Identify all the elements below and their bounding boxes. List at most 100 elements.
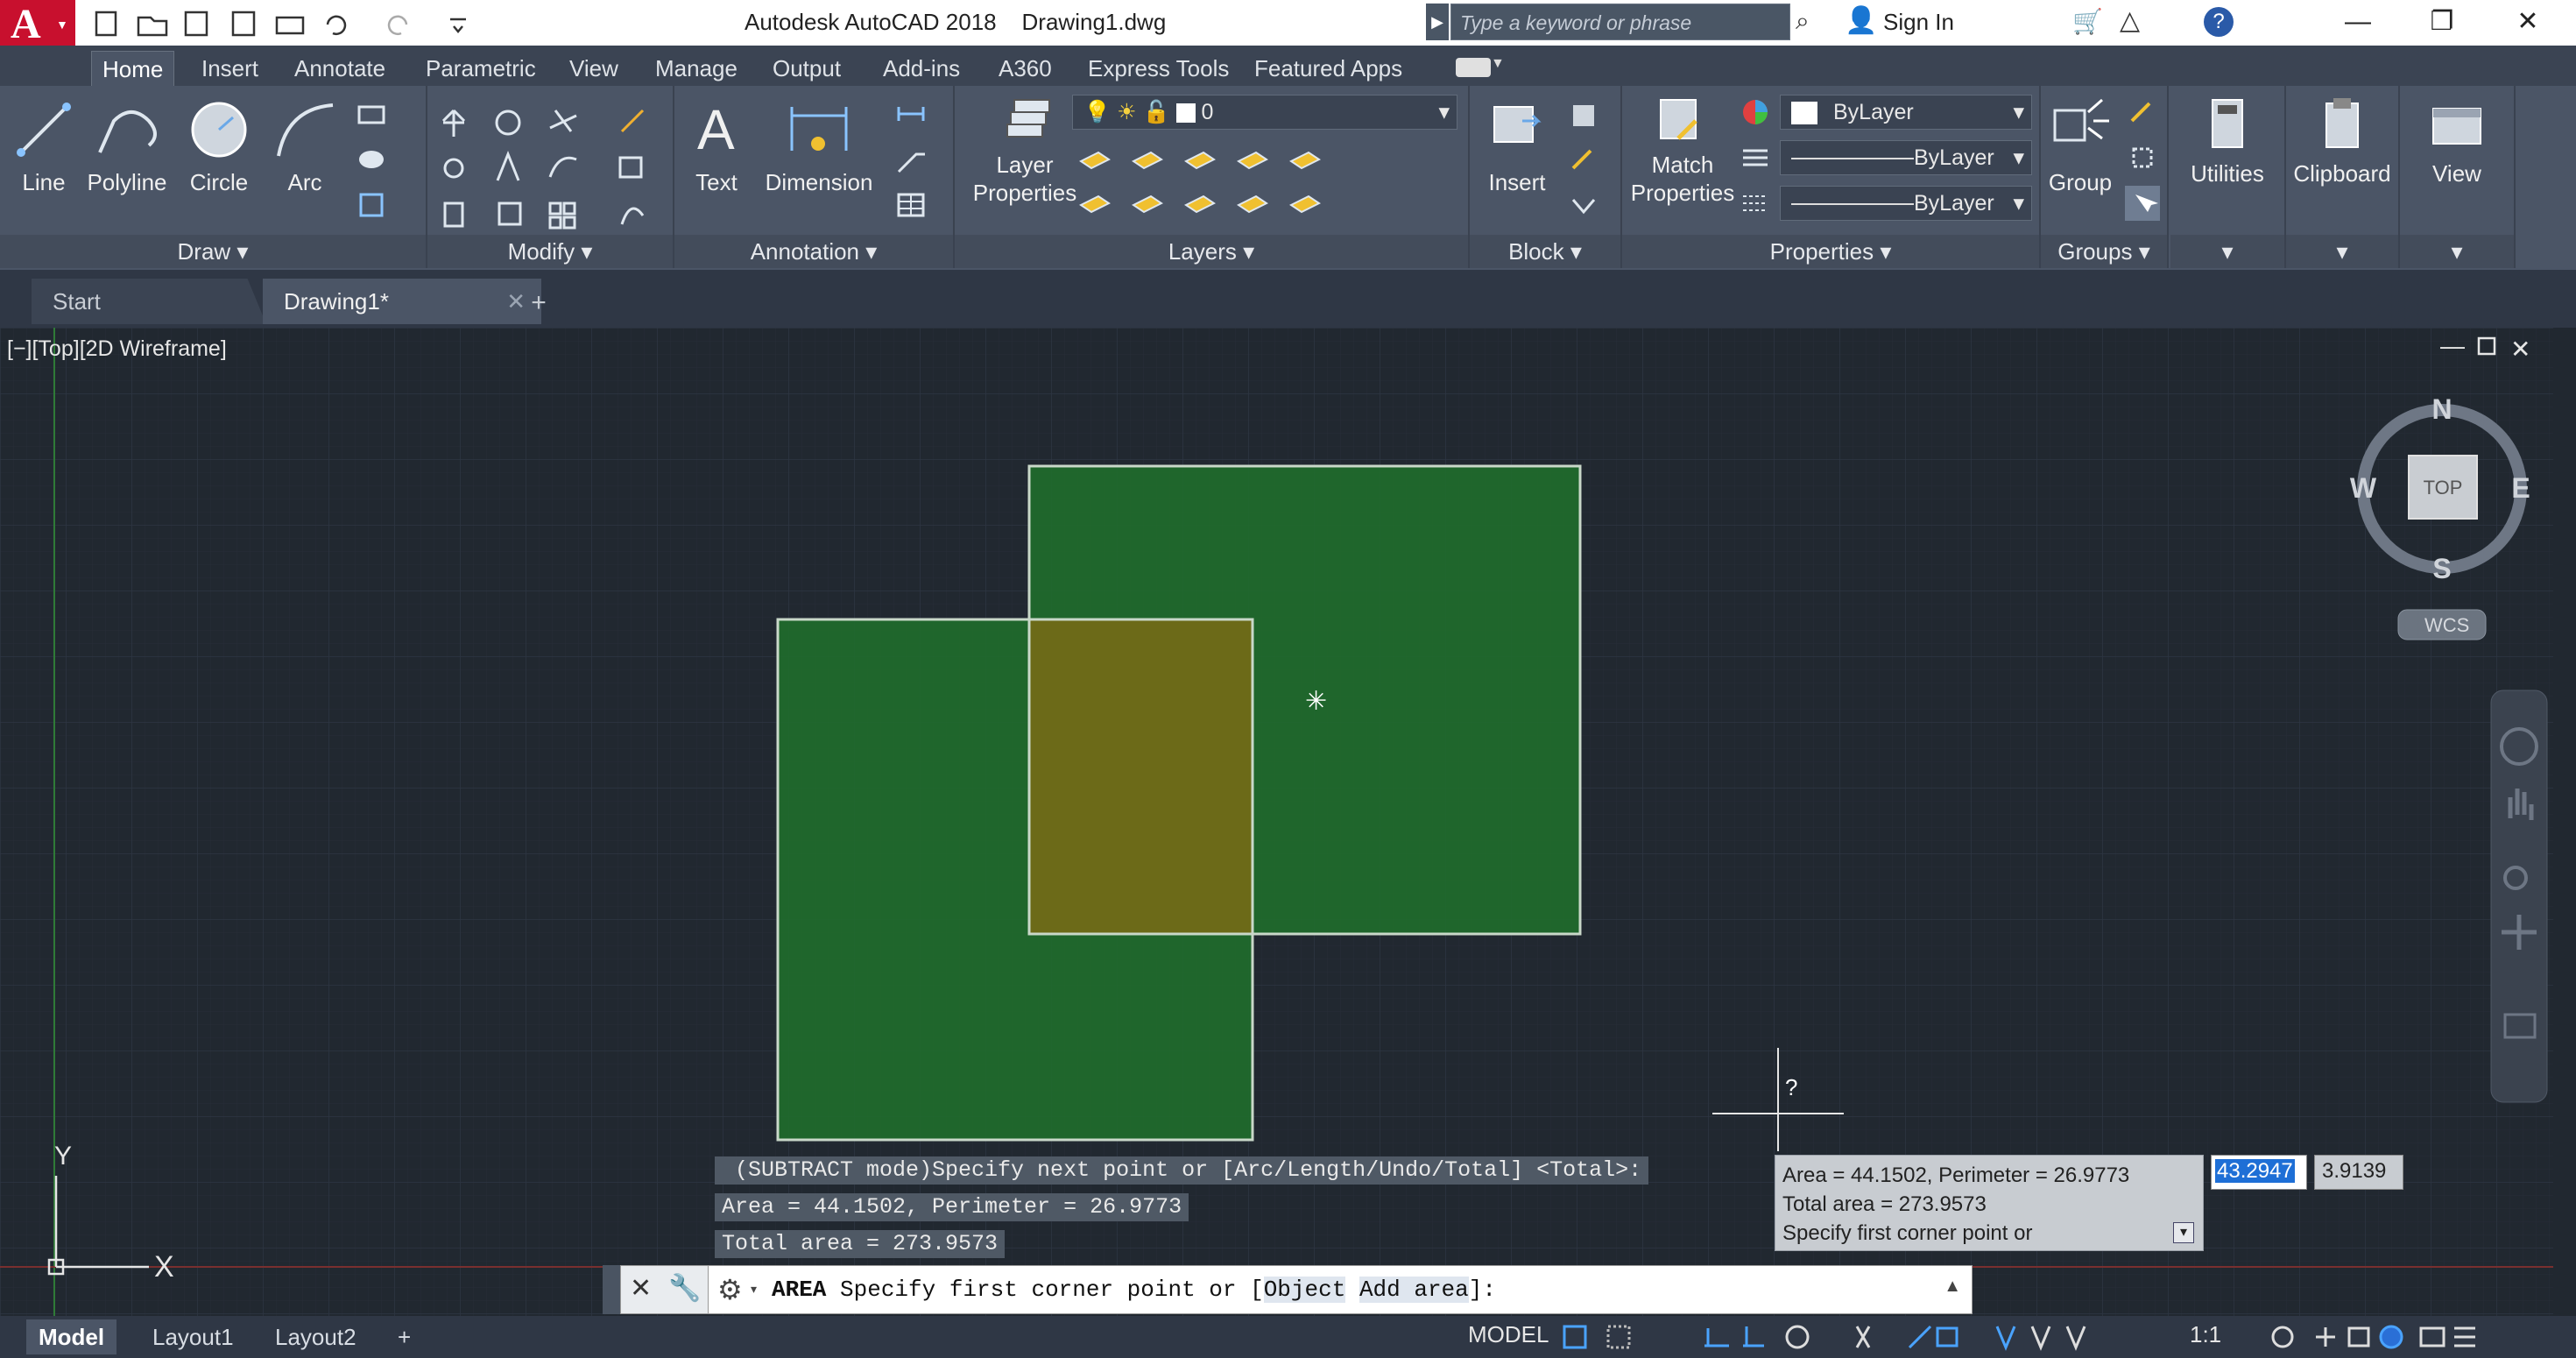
compass-s[interactable]: S: [2432, 553, 2451, 584]
cart-icon[interactable]: 🛒: [2072, 7, 2103, 36]
new-tab-button[interactable]: +: [517, 286, 561, 321]
linear-dim-icon[interactable]: [893, 96, 928, 131]
clipboard-panel[interactable]: Clipboard ▾: [2286, 86, 2400, 268]
lineweight-dropdown[interactable]: ByLayer ▾: [1780, 186, 2032, 221]
chevron-down-icon[interactable]: ▾: [751, 1282, 757, 1297]
annotation-scale-value[interactable]: 1:1: [2190, 1321, 2221, 1348]
linetype-icon[interactable]: [1738, 140, 1773, 175]
ungroup-icon[interactable]: [2125, 95, 2160, 130]
drawing-canvas[interactable]: ✳ ? Y X TOP N S E W WCS — ✕ [−][Top][2D …: [0, 328, 2553, 1316]
utilities-panel[interactable]: Utilities ▾: [2170, 86, 2286, 268]
color-wheel-icon[interactable]: [1738, 95, 1773, 130]
leader-icon[interactable]: [893, 142, 928, 177]
region-icon[interactable]: [354, 187, 389, 223]
group-edit-icon[interactable]: [2125, 140, 2160, 175]
tab-layout1[interactable]: Layout1: [140, 1319, 246, 1354]
modify-tools-icons[interactable]: [427, 93, 673, 233]
viewport-minimize-icon[interactable]: —: [2440, 332, 2465, 359]
groups-panel-label[interactable]: Groups ▾: [2041, 235, 2167, 268]
command-line-grip[interactable]: [603, 1265, 620, 1314]
model-space-toggle[interactable]: MODEL: [1468, 1321, 1549, 1348]
view-panel[interactable]: View ▾: [2400, 86, 2516, 268]
group-button[interactable]: Group: [2043, 95, 2118, 196]
close-button[interactable]: ✕: [2502, 4, 2554, 40]
tab-model[interactable]: Model: [26, 1319, 117, 1354]
tab-insert[interactable]: Insert: [191, 51, 269, 86]
edit-attributes-icon[interactable]: [1566, 187, 1601, 223]
layer-properties-button[interactable]: Layer Properties: [963, 95, 1086, 207]
text-button[interactable]: A Text: [683, 95, 750, 196]
rectangle-icon[interactable]: [354, 96, 389, 131]
annotation-panel-label[interactable]: Annotation ▾: [674, 235, 953, 268]
command-line-input[interactable]: ⚙ ▾ AREA Specify first corner point or […: [708, 1265, 1973, 1314]
viewport-close-icon[interactable]: ✕: [2510, 336, 2530, 363]
color-dropdown[interactable]: ByLayer ▾: [1780, 95, 2032, 130]
chevron-down-icon[interactable]: ▼: [1491, 56, 1505, 72]
tab-view[interactable]: View: [559, 51, 629, 86]
search-input[interactable]: Type a keyword or phrase: [1450, 4, 1790, 40]
command-option-object[interactable]: Object: [1263, 1277, 1346, 1303]
layers-panel-label[interactable]: Layers ▾: [955, 235, 1468, 268]
command-option-add-area[interactable]: Add area: [1359, 1277, 1469, 1303]
viewport-controls-label[interactable]: [−][Top][2D Wireframe]: [7, 336, 227, 362]
match-properties-button[interactable]: Match Properties: [1626, 95, 1740, 207]
view-expand[interactable]: ▾: [2400, 235, 2514, 268]
utilities-expand[interactable]: ▾: [2170, 235, 2284, 268]
arc-button[interactable]: Arc: [263, 95, 347, 196]
search-expand-icon[interactable]: ▶: [1426, 4, 1449, 40]
close-icon[interactable]: ✕: [630, 1273, 652, 1304]
command-history-toggle-icon[interactable]: ▲: [1944, 1277, 1961, 1297]
gear-icon[interactable]: ⚙: [717, 1273, 743, 1306]
status-toggles[interactable]: [1559, 1316, 2479, 1358]
properties-panel-label[interactable]: Properties ▾: [1622, 235, 2039, 268]
compass-n[interactable]: N: [2431, 393, 2452, 425]
dynamic-input-x[interactable]: 43.2947: [2211, 1155, 2307, 1190]
tab-start[interactable]: Start: [32, 279, 266, 324]
lineweight-icon[interactable]: [1738, 186, 1773, 221]
help-icon[interactable]: ?: [2204, 7, 2234, 37]
lock-icon: 🔓: [1142, 100, 1170, 124]
draw-panel-label[interactable]: Draw ▾: [0, 235, 426, 268]
tab-a360[interactable]: A360: [988, 51, 1062, 86]
line-button[interactable]: Line: [9, 95, 79, 196]
hatch-icon[interactable]: [354, 142, 389, 177]
a360-icon[interactable]: △: [2120, 5, 2140, 36]
tooltip-options-icon[interactable]: ▾: [2173, 1222, 2194, 1243]
wrench-icon[interactable]: 🔧: [668, 1273, 701, 1304]
polyline-button[interactable]: Polyline: [79, 95, 175, 196]
circle-button[interactable]: Circle: [175, 95, 263, 196]
tab-home[interactable]: Home: [91, 51, 175, 87]
dimension-button[interactable]: Dimension: [755, 95, 883, 196]
restore-button[interactable]: ❐: [2416, 4, 2468, 40]
layer-dropdown[interactable]: 💡 ☀ 🔓 0 ▾: [1072, 95, 1457, 130]
sign-in-button[interactable]: Sign In: [1883, 9, 1954, 36]
tab-express-tools[interactable]: Express Tools: [1077, 51, 1239, 86]
tab-annotate[interactable]: Annotate: [284, 51, 396, 86]
table-icon[interactable]: [893, 187, 928, 223]
tab-parametric[interactable]: Parametric: [415, 51, 547, 86]
clipboard-expand[interactable]: ▾: [2286, 235, 2398, 268]
tab-output[interactable]: Output: [762, 51, 851, 86]
app-menu-button[interactable]: A ▼: [0, 0, 75, 47]
ribbon-toggle-icon[interactable]: [1456, 58, 1491, 77]
tab-add-ins[interactable]: Add-ins: [872, 51, 970, 86]
compass-w[interactable]: W: [2350, 472, 2377, 504]
minimize-button[interactable]: —: [2332, 4, 2384, 40]
tab-drawing1[interactable]: Drawing1* ✕: [263, 279, 541, 324]
binoculars-icon[interactable]: ⌕: [1796, 7, 1810, 36]
create-block-icon[interactable]: [1566, 98, 1601, 133]
edit-block-icon[interactable]: [1566, 142, 1601, 177]
block-panel-label[interactable]: Block ▾: [1470, 235, 1620, 268]
linetype-dropdown[interactable]: ByLayer ▾: [1780, 140, 2032, 175]
add-layout-button[interactable]: +: [385, 1319, 423, 1354]
compass-e[interactable]: E: [2511, 472, 2530, 504]
group-selection-icon[interactable]: [2125, 186, 2160, 221]
insert-button[interactable]: Insert: [1475, 95, 1559, 196]
tab-featured-apps[interactable]: Featured Apps: [1244, 51, 1413, 86]
layer-tools-icons[interactable]: [1072, 142, 1457, 230]
dynamic-input-y[interactable]: 3.9139: [2314, 1155, 2403, 1190]
tab-manage[interactable]: Manage: [645, 51, 748, 86]
tab-layout2[interactable]: Layout2: [263, 1319, 369, 1354]
navigation-bar[interactable]: [2490, 690, 2548, 1103]
modify-panel-label[interactable]: Modify ▾: [427, 235, 673, 268]
